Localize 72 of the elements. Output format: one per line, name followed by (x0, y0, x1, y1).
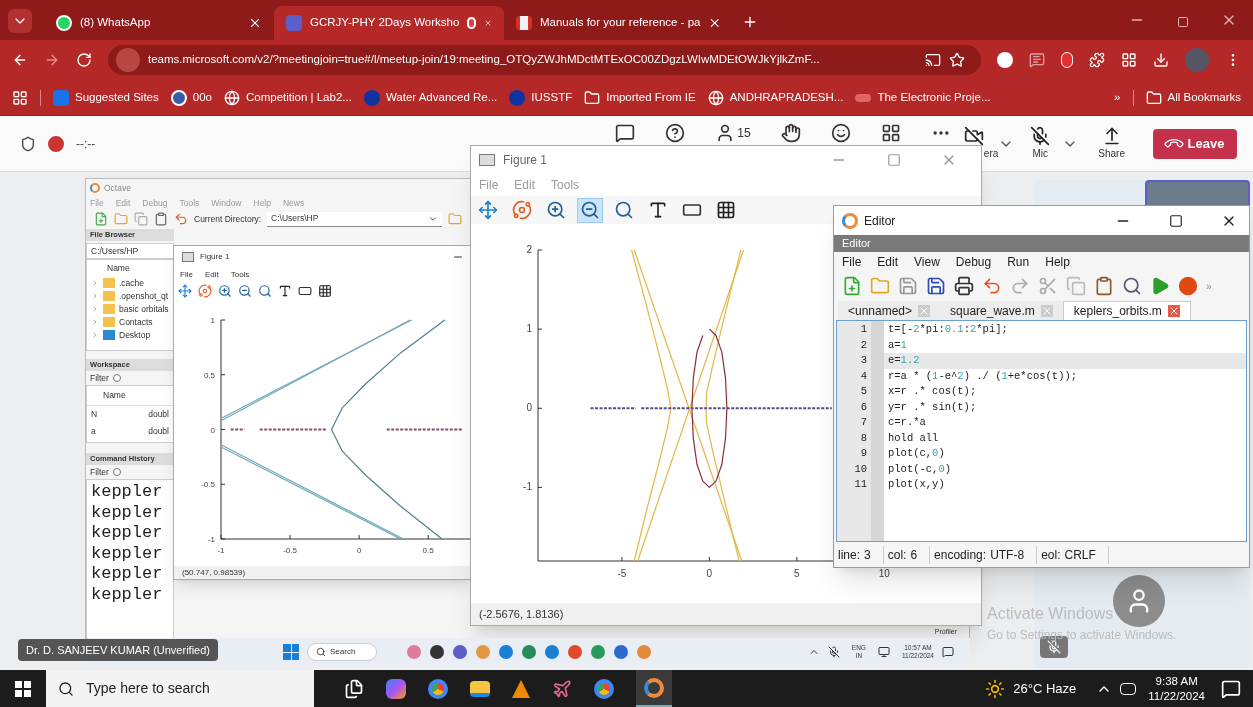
presenter-name-tag: Dr. D. SANJEEV KUMAR (Unverified) (18, 639, 218, 661)
status-text: (50.747, 0.98539) (182, 566, 246, 579)
tab-title: Manuals for your reference - pa (540, 15, 701, 31)
code-line: r=a * (1-e^2) ./ (1+e*cos(t)); (887, 368, 1079, 384)
tick-label: 1 (210, 316, 215, 325)
tick-label: 0.5 (203, 370, 215, 380)
tick-label: 2 (526, 244, 532, 255)
code-line: a=1 (887, 337, 908, 353)
line-number: 4 (859, 368, 868, 384)
tick-label: -5 (617, 568, 627, 579)
window-title: Figure 1 (200, 251, 230, 263)
line-number: 8 (859, 430, 868, 446)
code-line: t=[-2*pi:0.1:2*pi]; (887, 322, 1009, 337)
line-number: 2 (859, 337, 868, 353)
tick-label: 0 (526, 402, 532, 414)
window-title: Editor (864, 212, 896, 230)
status-text: (-2.5676, 1.8136) (479, 606, 564, 622)
code-line: plot(-c,0) (887, 461, 953, 477)
url-text: teams.microsoft.com/v2/?meetingjoin=true#/l/meetup-join/19:meeting_OTQyZWJhMDctMTExOC00ZDgzLWIwMDEtOWJkYjlkZmF... (148, 52, 821, 68)
tick-label: 5 (794, 568, 800, 579)
tick-label: -0.5 (283, 546, 297, 555)
window-title: Octave (104, 181, 131, 195)
table-cell-text: a (91, 424, 97, 438)
tick-label: 10 (878, 568, 890, 579)
weather-text: 26°C Haze (1013, 679, 1077, 698)
status-label: encoding: (934, 546, 987, 564)
code-line: c=r.*a (887, 415, 927, 430)
tick-label: 1 (526, 323, 532, 335)
tab-title: (8) WhatsApp (80, 15, 152, 31)
filter-label: Filter (90, 371, 109, 385)
filter-label: Filter (90, 465, 109, 479)
code-line: plot(x,y) (887, 477, 946, 492)
tick-label: 0 (356, 546, 362, 555)
dock-header: Editor (834, 235, 1249, 252)
table-cell: doubl (148, 424, 169, 438)
line-number: 3 (859, 353, 868, 368)
status-label: eol: (1041, 546, 1061, 564)
line-number: 1 (859, 322, 868, 337)
tick-label: -0.5 (201, 480, 215, 490)
code-line: plot(c,0) (887, 446, 946, 461)
status-value: CRLF (1064, 546, 1096, 564)
tick-label: 0.5 (422, 546, 434, 555)
line-number: 5 (859, 384, 868, 399)
status-label: col: (887, 546, 907, 564)
table-cell: doubl (148, 407, 169, 421)
window-title: Figure 1 (503, 152, 548, 169)
tick-label: -1 (217, 546, 225, 555)
directory-label: Current Directory: (194, 212, 262, 226)
table-cell-text: N (91, 407, 99, 421)
code-line: hold all (887, 430, 940, 446)
line-number: 11 (853, 477, 868, 492)
line-number: 10 (853, 461, 868, 477)
mic-label: Mic (1032, 147, 1049, 161)
tab-title: GCRJY-PHY 2Days Worksho (310, 15, 460, 31)
tick-label: 0 (706, 568, 713, 579)
tick-label: -1 (207, 535, 215, 544)
tick-label: 0 (210, 425, 215, 435)
status-label: line: (838, 546, 860, 564)
code-line: y=r .* sin(t); (887, 399, 978, 415)
participant-count: 15 (737, 124, 751, 142)
line-number: 9 (859, 446, 868, 461)
camera-label: era (983, 147, 999, 161)
line-number: 6 (859, 399, 868, 415)
meeting-timer: --:-- (76, 135, 96, 153)
code-line: x=r .* cos(t); (887, 384, 978, 399)
share-label: Share (1098, 147, 1125, 161)
column-header: Name (106, 262, 131, 275)
status-value: 6 (910, 546, 918, 564)
tick-label: -1 (523, 481, 532, 493)
status-value: 3 (864, 546, 871, 564)
line-number: 7 (859, 415, 868, 430)
status-value: UTF-8 (990, 546, 1025, 564)
